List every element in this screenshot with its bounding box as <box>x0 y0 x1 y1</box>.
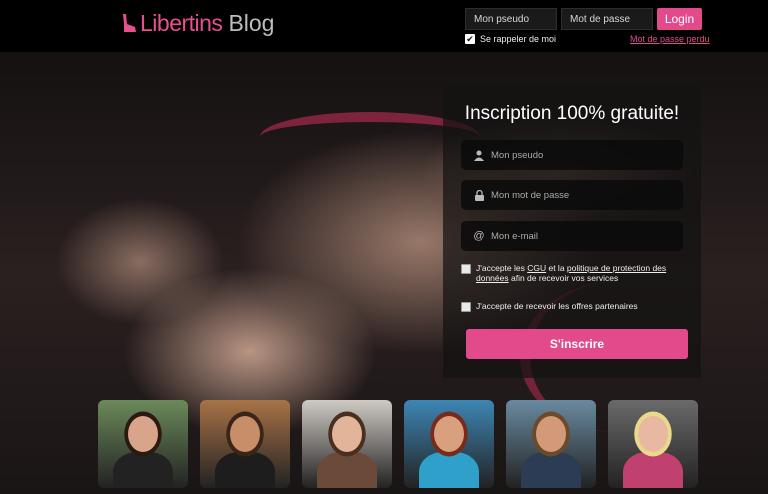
profile-body <box>215 452 275 488</box>
profile-body <box>113 452 173 488</box>
logo-suffix: Blog <box>228 9 275 36</box>
profile-body <box>623 452 683 488</box>
lock-icon <box>471 189 487 201</box>
signup-panel: Inscription 100% gratuite! Mon pseudo Mo… <box>443 85 701 378</box>
logo-name: Libertins <box>140 9 223 36</box>
forgot-password-link[interactable]: Mot de passe perdu <box>630 34 710 44</box>
profile-thumbnail[interactable] <box>608 400 698 488</box>
signup-password-input[interactable]: Mon mot de passe <box>461 180 683 210</box>
signup-username-input[interactable]: Mon pseudo <box>461 140 683 170</box>
site-logo[interactable]: Libertins Blog <box>120 7 274 39</box>
partners-label: J'accepte de recevoir les offres partena… <box>476 301 638 311</box>
terms-checkbox[interactable] <box>461 264 471 274</box>
profile-face <box>536 416 566 452</box>
top-header: Libertins Blog Login ✔ Se rappeler de mo… <box>0 0 768 52</box>
signup-email-input[interactable]: @ Mon e-mail <box>461 221 683 251</box>
partners-checkbox[interactable] <box>461 302 471 312</box>
profile-body <box>521 452 581 488</box>
profile-face <box>128 416 158 452</box>
profile-face <box>332 416 362 452</box>
profile-face <box>434 416 464 452</box>
remember-me[interactable]: ✔ Se rappeler de moi <box>465 34 556 44</box>
profile-thumbnail[interactable] <box>302 400 392 488</box>
user-icon <box>471 150 487 161</box>
profile-face <box>230 416 260 452</box>
signup-password-placeholder: Mon mot de passe <box>491 189 570 201</box>
signup-email-placeholder: Mon e-mail <box>491 230 538 242</box>
signup-title: Inscription 100% gratuite! <box>464 103 680 124</box>
profile-thumbnail[interactable] <box>200 400 290 488</box>
partners-consent-row: J'accepte de recevoir les offres partena… <box>461 301 691 312</box>
profile-thumbnail[interactable] <box>506 400 596 488</box>
profile-thumbnail[interactable] <box>98 400 188 488</box>
login-username-input[interactable] <box>465 8 557 30</box>
heel-logo-icon <box>123 14 136 32</box>
profile-thumbnails <box>98 400 710 488</box>
terms-consent-row: J'accepte les CGU et la politique de pro… <box>461 263 691 283</box>
login-button[interactable]: Login <box>657 8 702 30</box>
profile-face <box>638 416 668 452</box>
profile-body <box>317 452 377 488</box>
signup-submit-button[interactable]: S'inscrire <box>466 329 688 359</box>
remember-me-checkbox[interactable]: ✔ <box>465 34 475 44</box>
login-password-input[interactable] <box>561 8 653 30</box>
signup-username-placeholder: Mon pseudo <box>491 149 544 161</box>
at-icon: @ <box>473 230 485 242</box>
profile-thumbnail[interactable] <box>404 400 494 488</box>
cgu-link[interactable]: CGU <box>527 263 546 273</box>
terms-label: J'accepte les CGU et la politique de pro… <box>476 263 667 283</box>
profile-body <box>419 452 479 488</box>
remember-me-label: Se rappeler de moi <box>480 34 557 44</box>
